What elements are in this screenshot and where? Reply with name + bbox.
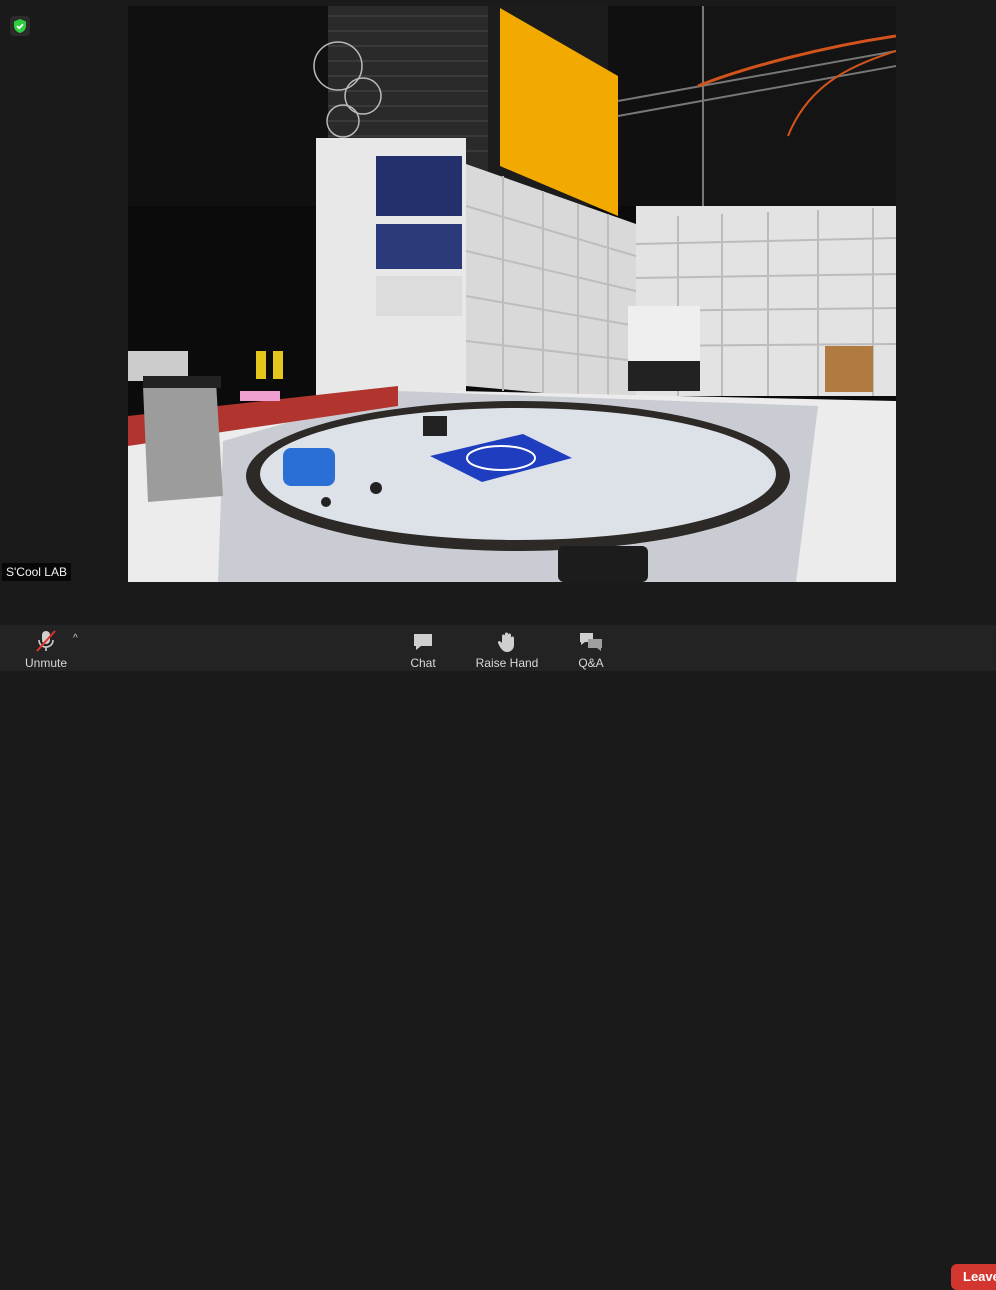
chat-bubble-icon: [414, 634, 432, 650]
qa-label: Q&A: [578, 656, 604, 670]
qa-bubbles-icon: [580, 633, 602, 651]
chat-button[interactable]: Chat: [400, 625, 446, 671]
meeting-toolbar: Unmute Chat Raise Hand Q&A Leave: [0, 625, 996, 1290]
raise-hand-label: Raise Hand: [475, 656, 539, 670]
raise-hand-button[interactable]: Raise Hand: [470, 625, 544, 671]
participant-name-label: S'Cool LAB: [2, 563, 71, 581]
unmute-label: Unmute: [24, 656, 68, 670]
meeting-stage: S'Cool LAB: [0, 0, 996, 625]
hand-icon: [497, 632, 514, 652]
qa-button[interactable]: Q&A: [568, 625, 614, 671]
muted-microphone-icon: [36, 630, 56, 652]
audio-options-chevron-up-icon[interactable]: ^: [73, 633, 78, 644]
chat-label: Chat: [410, 656, 436, 670]
leave-button[interactable]: Leave: [951, 1264, 996, 1290]
video-feed[interactable]: [128, 6, 896, 582]
shield-check-icon[interactable]: [10, 16, 30, 36]
unmute-button[interactable]: Unmute: [20, 625, 72, 671]
